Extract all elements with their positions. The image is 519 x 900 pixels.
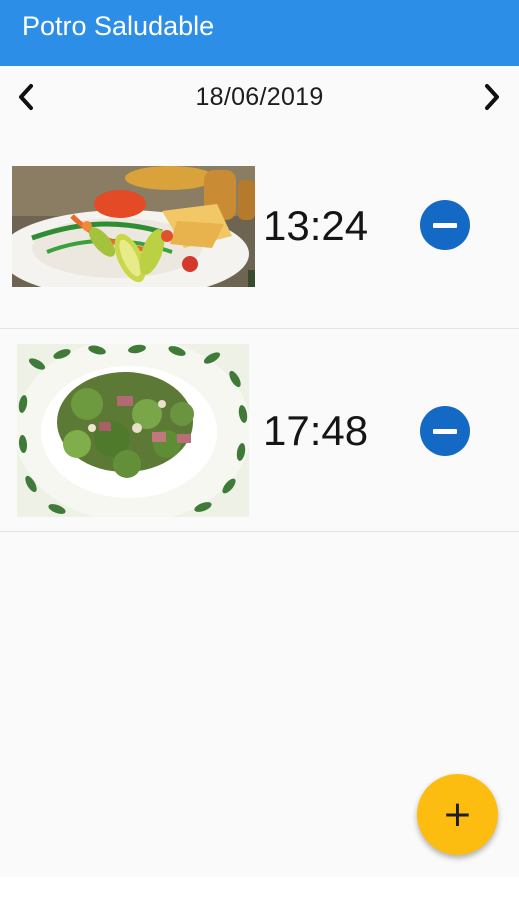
minus-circle-icon bbox=[433, 222, 457, 228]
current-date[interactable]: 18/06/2019 bbox=[0, 82, 519, 112]
minus-circle-icon bbox=[433, 428, 457, 434]
next-day-button[interactable] bbox=[478, 80, 506, 114]
chevron-right-icon bbox=[485, 84, 499, 110]
meal-list-item[interactable]: 13:24 bbox=[0, 128, 519, 329]
meal-list-item[interactable]: 17:48 bbox=[0, 329, 519, 532]
remove-meal-button[interactable] bbox=[420, 200, 470, 250]
app-bar: Potro Saludable bbox=[0, 0, 519, 66]
date-navigation: 18/06/2019 bbox=[0, 66, 519, 128]
bottom-strip bbox=[0, 877, 519, 900]
remove-meal-button[interactable] bbox=[420, 406, 470, 456]
meal-photo bbox=[12, 166, 255, 287]
meal-photo bbox=[17, 344, 249, 517]
app-title: Potro Saludable bbox=[22, 11, 215, 41]
plus-icon: + bbox=[442, 793, 473, 835]
meal-time: 17:48 bbox=[263, 407, 369, 454]
add-meal-button[interactable]: + bbox=[417, 774, 498, 855]
meal-time: 13:24 bbox=[263, 202, 369, 249]
